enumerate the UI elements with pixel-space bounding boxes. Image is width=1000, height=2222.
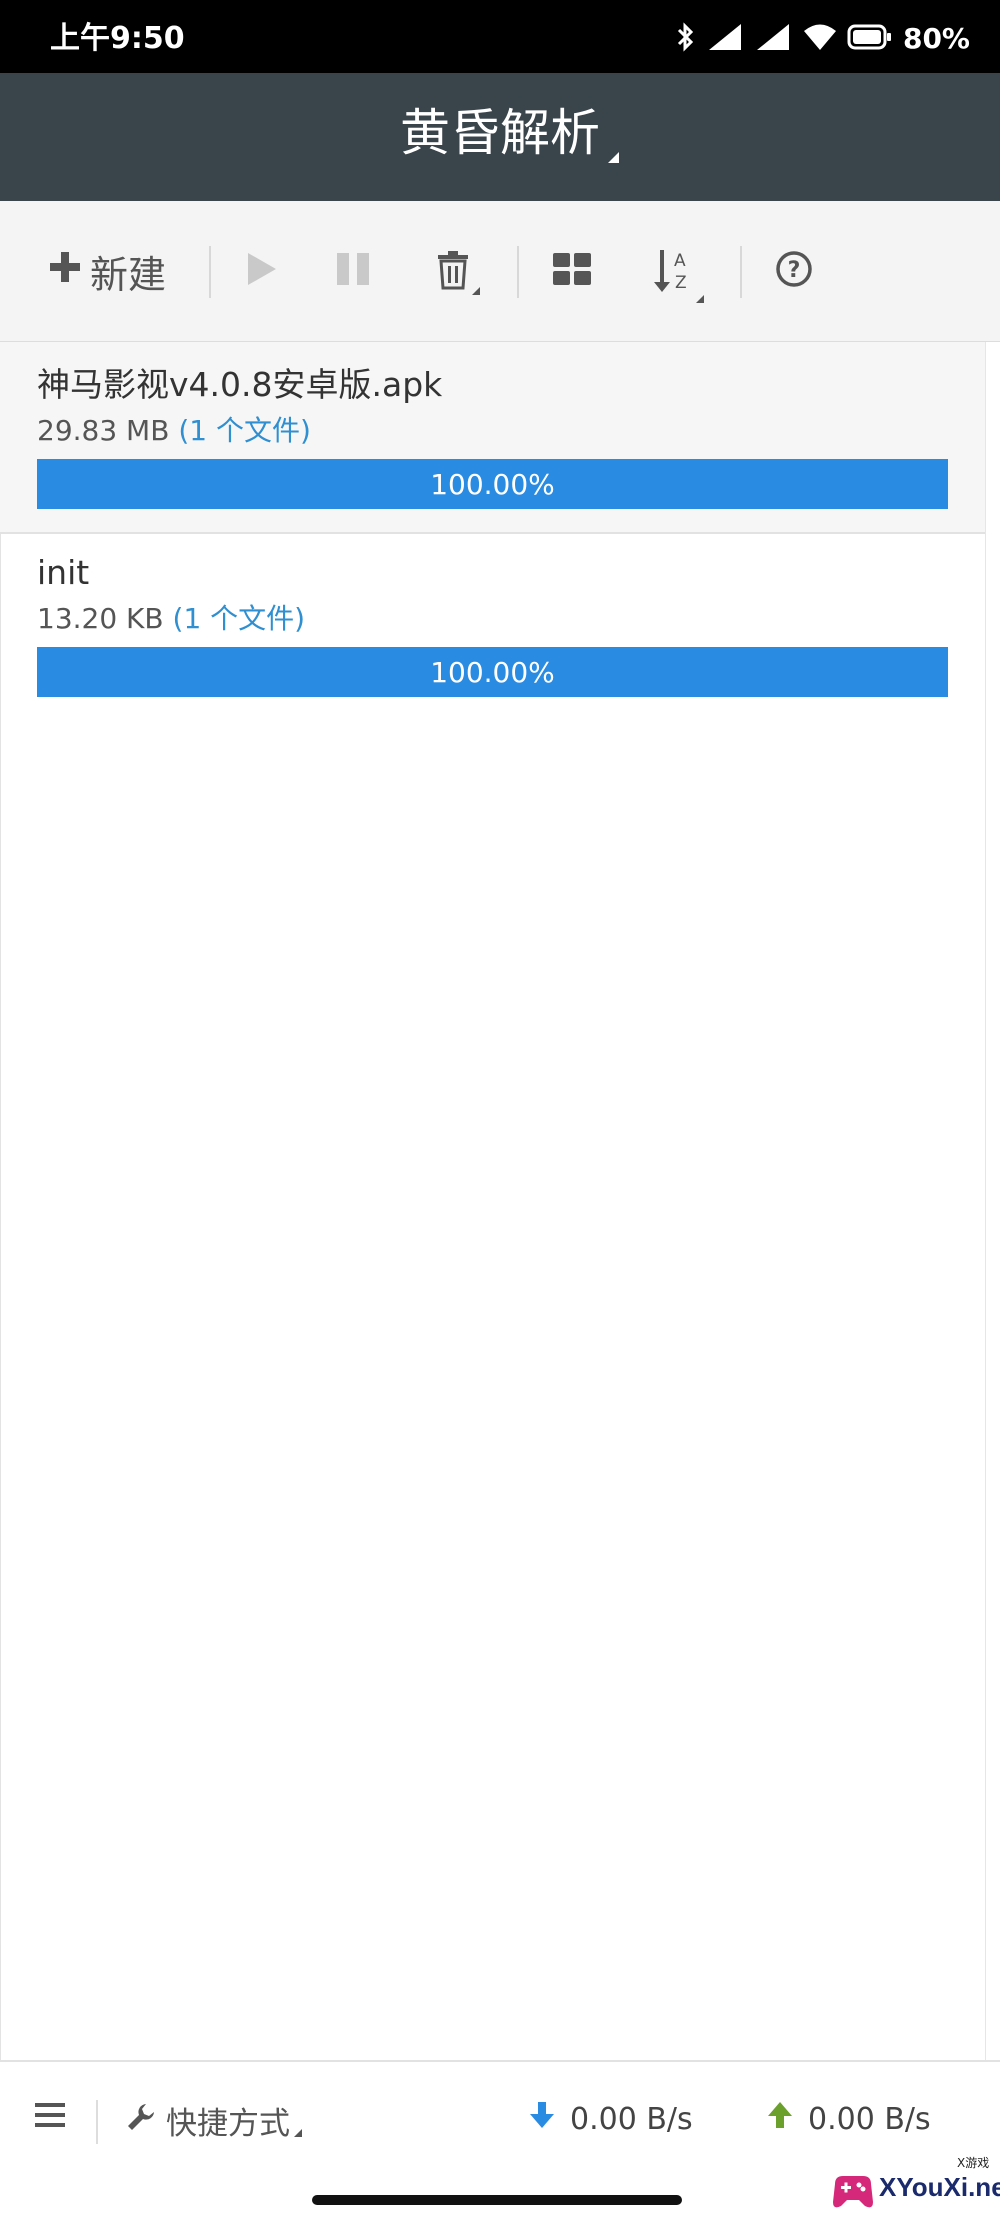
shortcut-label: 快捷方式 [166,2106,290,2142]
wrench-icon [126,2102,156,2140]
shortcut-dropdown-icon [294,2128,302,2137]
pause-button[interactable] [333,249,373,293]
progress-text: 100.00% [430,655,555,689]
signal-icon [755,22,793,56]
upload-speed-value: 0.00 B/s [808,2101,931,2137]
play-icon [246,251,278,291]
signal-icon [707,22,745,56]
upload-arrow-icon [766,2100,794,2138]
download-size: 13.20 KB [37,601,164,635]
svg-text:A: A [674,251,686,271]
svg-text:?: ? [788,258,801,283]
hamburger-menu-icon [35,2103,65,2132]
toolbar-divider [740,246,742,298]
battery-percentage: 80% [902,22,970,55]
download-meta: 29.83 MB (1 个文件) [37,413,948,449]
download-item[interactable]: 神马影视v4.0.8安卓版.apk 29.83 MB (1 个文件) 100.0… [0,342,985,534]
status-icons: 80% [675,22,970,56]
title-dropdown-icon[interactable] [608,152,619,163]
upload-speed: 0.00 B/s [766,2100,931,2138]
toolbar-divider [209,246,211,298]
sort-az-icon: AZ [654,246,698,300]
wifi-icon [803,22,837,56]
delete-button[interactable] [428,247,480,297]
file-count-link[interactable]: (1 个文件) [178,414,311,447]
progress-bar: 100.00% [37,647,948,698]
gamepad-logo-icon [833,2176,873,2208]
help-button[interactable]: ? [774,251,814,291]
delete-dropdown-icon [472,287,480,295]
download-arrow-icon [528,2100,556,2138]
bluetooth-icon [675,22,697,56]
view-button[interactable] [550,251,594,291]
start-button[interactable] [242,249,282,293]
home-indicator[interactable] [312,2195,682,2205]
watermark-logo: X游戏 XYouXi.net [825,2150,1000,2222]
download-item[interactable]: init 13.20 KB (1 个文件) 100.00% [0,534,985,720]
watermark-small-text: X游戏 [957,2156,990,2170]
app-title[interactable]: 黄昏解析 [0,101,1000,166]
download-name: init [37,553,90,592]
footer-divider [96,2100,98,2144]
status-time: 上午9:50 [50,21,185,56]
sort-dropdown-icon [696,295,704,303]
download-size: 29.83 MB [37,413,170,447]
new-task-label: 新建 [90,252,167,297]
sort-button[interactable]: AZ [648,245,704,303]
download-meta: 13.20 KB (1 个文件) [37,601,948,637]
download-list: 神马影视v4.0.8安卓版.apk 29.83 MB (1 个文件) 100.0… [0,342,985,720]
file-count-link[interactable]: (1 个文件) [173,602,306,635]
plus-icon [48,249,82,293]
trash-icon [436,250,470,294]
download-speed: 0.00 B/s [528,2100,693,2138]
pause-icon [335,251,371,291]
progress-bar: 100.00% [37,459,948,510]
download-name: 神马影视v4.0.8安卓版.apk [37,365,443,404]
svg-text:Z: Z [675,273,687,293]
menu-button[interactable] [35,2102,65,2132]
help-icon: ? [775,250,813,292]
progress-text: 100.00% [430,467,555,501]
status-bar: 上午9:50 80% [0,0,1000,73]
shortcut-button[interactable]: 快捷方式 [126,2098,302,2143]
watermark-text: XYouXi.net [879,2172,1000,2202]
list-scrollbar-track[interactable] [985,342,1000,2062]
title-bar[interactable]: 黄昏解析 [0,73,1000,201]
new-task-button[interactable]: 新建 [48,243,166,299]
grid-view-icon [552,252,592,290]
download-speed-value: 0.00 B/s [570,2101,693,2137]
battery-icon [847,22,893,56]
toolbar: 新建 AZ ? [0,201,1000,342]
toolbar-divider [517,246,519,298]
